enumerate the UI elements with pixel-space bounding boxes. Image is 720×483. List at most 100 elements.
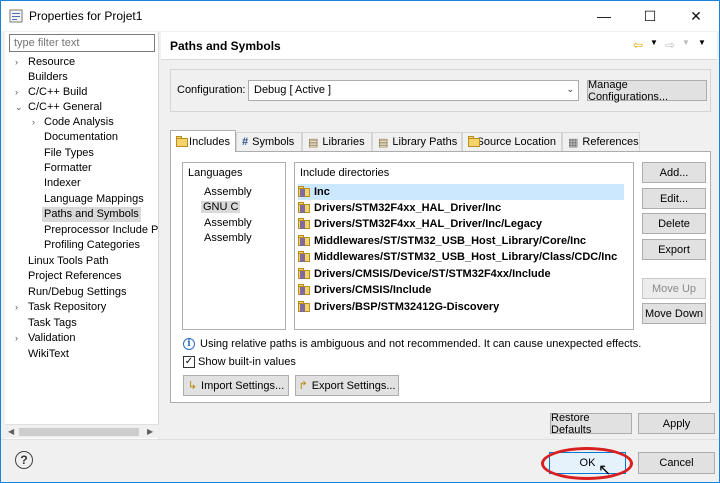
export-button[interactable]: Export — [642, 239, 706, 260]
edit-button[interactable]: Edit... — [642, 188, 706, 209]
tree-item-file-types[interactable]: File Types — [5, 146, 159, 161]
tree-item-wikitext[interactable]: WikiText — [5, 347, 159, 362]
chevron-down-icon[interactable]: ⌄ — [566, 84, 574, 95]
tree-item-language-mappings[interactable]: Language Mappings — [5, 192, 159, 207]
scroll-left-icon[interactable]: ◀ — [8, 425, 14, 439]
include-folder-icon — [298, 186, 311, 198]
import-settings-button[interactable]: ↳ Import Settings... — [183, 375, 289, 396]
include-item[interactable]: Middlewares/ST/STM32_USB_Host_Library/Co… — [298, 233, 624, 249]
tree-item-code-analysis[interactable]: › Code Analysis — [5, 115, 159, 130]
include-item[interactable]: Drivers/STM32F4xx_HAL_Driver/Inc — [298, 200, 624, 216]
include-folder-icon — [298, 268, 311, 280]
tree-item-label: Linux Tools Path — [28, 255, 109, 267]
tree-item-builders[interactable]: Builders — [5, 70, 159, 85]
back-arrow-icon[interactable]: ⇦ — [631, 38, 645, 52]
tree-item-cpp-general[interactable]: ⌄ C/C++ General — [5, 100, 159, 115]
title-bar[interactable]: Properties for Projet1 — ☐ ✕ — [1, 1, 719, 31]
tree-item-resource[interactable]: › Resource — [5, 55, 159, 70]
view-menu-icon[interactable]: ▼ — [695, 38, 709, 52]
restore-defaults-button[interactable]: Restore Defaults — [550, 412, 632, 436]
chevron-right-icon[interactable]: › — [15, 331, 18, 346]
chevron-right-icon[interactable]: › — [32, 115, 35, 130]
library-paths-icon: ▤ — [378, 136, 389, 149]
tree-item-linux-tools-path[interactable]: Linux Tools Path — [5, 254, 159, 269]
checkbox-checked-icon[interactable]: ✓ — [183, 356, 195, 368]
include-path: Drivers/STM32F4xx_HAL_Driver/Inc — [314, 202, 502, 214]
tab-includes[interactable]: Includes — [170, 130, 236, 152]
help-icon[interactable]: ? — [15, 451, 33, 469]
include-item[interactable]: Drivers/CMSIS/Device/ST/STM32F4xx/Includ… — [298, 266, 624, 282]
tab-source-location[interactable]: Source Location — [462, 132, 562, 151]
include-folder-icon — [298, 218, 311, 230]
tree-item-indexer[interactable]: Indexer — [5, 176, 159, 191]
tree-item-label: Code Analysis — [44, 116, 114, 128]
include-item[interactable]: Drivers/CMSIS/Include — [298, 282, 624, 298]
button-label: Import Settings... — [201, 379, 285, 392]
export-icon: ↱ — [298, 380, 308, 392]
eclipse-properties-icon — [9, 9, 23, 23]
include-item[interactable]: Middlewares/ST/STM32_USB_Host_Library/Cl… — [298, 249, 624, 265]
include-item[interactable]: Drivers/BSP/STM32412G-Discovery — [298, 299, 624, 315]
language-item[interactable]: Assembly — [204, 217, 252, 229]
scroll-right-icon[interactable]: ▶ — [147, 425, 153, 439]
forward-dropdown-icon[interactable]: ▼ — [679, 38, 693, 52]
tree-horizontal-scrollbar[interactable]: ◀ ▶ — [5, 424, 159, 438]
tree-item-preprocessor-include-paths[interactable]: Preprocessor Include Pa — [5, 223, 159, 238]
back-dropdown-icon[interactable]: ▼ — [647, 38, 661, 52]
chevron-right-icon[interactable]: › — [15, 55, 18, 70]
move-down-button[interactable]: Move Down — [642, 303, 706, 324]
language-item[interactable]: Assembly — [204, 186, 252, 198]
language-item-selected[interactable]: GNU C — [201, 201, 241, 213]
include-path: Drivers/STM32F4xx_HAL_Driver/Inc/Legacy — [314, 218, 543, 230]
page-title: Paths and Symbols — [170, 39, 281, 53]
tree-item-formatter[interactable]: Formatter — [5, 161, 159, 176]
manage-configurations-button[interactable]: Manage Configurations... — [587, 79, 707, 103]
forward-arrow-icon[interactable]: ⇨ — [663, 38, 677, 52]
delete-button[interactable]: Delete — [642, 213, 706, 234]
tree-item-label: Task Tags — [28, 317, 77, 329]
settings-tabs: Includes # Symbols ▤ Libraries ▤ Library… — [170, 130, 711, 152]
configuration-select[interactable]: Debug [ Active ] ⌄ — [248, 80, 579, 101]
tree-item-task-repository[interactable]: › Task Repository — [5, 300, 159, 315]
chevron-right-icon[interactable]: › — [15, 300, 18, 315]
tree-item-profiling-categories[interactable]: Profiling Categories — [5, 238, 159, 253]
tree-item-project-references[interactable]: Project References — [5, 269, 159, 284]
tab-library-paths[interactable]: ▤ Library Paths — [372, 132, 462, 151]
libraries-icon: ▤ — [308, 136, 319, 149]
tree-item-validation[interactable]: › Validation — [5, 331, 159, 346]
tree-item-documentation[interactable]: Documentation — [5, 130, 159, 145]
tree-item-paths-and-symbols[interactable]: Paths and Symbols — [42, 207, 141, 222]
tree-item-task-tags[interactable]: Task Tags — [5, 316, 159, 331]
references-icon: ▦ — [568, 136, 579, 149]
tab-references[interactable]: ▦ References — [562, 132, 640, 151]
minimize-icon[interactable]: — — [581, 1, 627, 31]
scrollbar-thumb[interactable] — [19, 428, 139, 436]
include-path: Middlewares/ST/STM32_USB_Host_Library/Co… — [314, 235, 587, 247]
language-item[interactable]: Assembly — [204, 232, 252, 244]
include-folder-icon — [298, 251, 311, 263]
tab-symbols[interactable]: # Symbols — [236, 132, 302, 151]
cancel-button[interactable]: Cancel — [638, 452, 715, 474]
include-item[interactable]: Drivers/STM32F4xx_HAL_Driver/Inc/Legacy — [298, 216, 624, 232]
chevron-right-icon[interactable]: › — [15, 85, 18, 100]
configuration-group: Configuration: Debug [ Active ] ⌄ Manage… — [170, 69, 711, 112]
show-builtin-values-checkbox[interactable]: ✓ Show built-in values — [183, 356, 296, 368]
tree-item-cpp-build[interactable]: › C/C++ Build — [5, 85, 159, 100]
tab-label: Library Paths — [392, 136, 458, 148]
languages-list[interactable]: Languages Assembly GNU C Assembly Assemb… — [182, 162, 286, 330]
tree-item-run-debug-settings[interactable]: Run/Debug Settings — [5, 285, 159, 300]
include-directories-header: Include directories — [300, 167, 390, 179]
tab-libraries[interactable]: ▤ Libraries — [302, 132, 372, 151]
filter-input[interactable] — [9, 34, 155, 52]
export-settings-button[interactable]: ↱ Export Settings... — [295, 375, 399, 396]
include-path: Middlewares/ST/STM32_USB_Host_Library/Cl… — [314, 251, 618, 263]
chevron-down-icon[interactable]: ⌄ — [15, 100, 23, 115]
include-directories-list[interactable]: Include directories Inc Drivers/STM32F4x… — [294, 162, 634, 330]
include-item-selected[interactable]: Inc — [298, 184, 624, 200]
apply-button[interactable]: Apply — [638, 413, 715, 434]
maximize-icon[interactable]: ☐ — [627, 1, 673, 31]
close-icon[interactable]: ✕ — [673, 1, 719, 31]
add-button[interactable]: Add... — [642, 162, 706, 183]
move-up-button[interactable]: Move Up — [642, 278, 706, 299]
tree-item-label: Formatter — [44, 162, 92, 174]
